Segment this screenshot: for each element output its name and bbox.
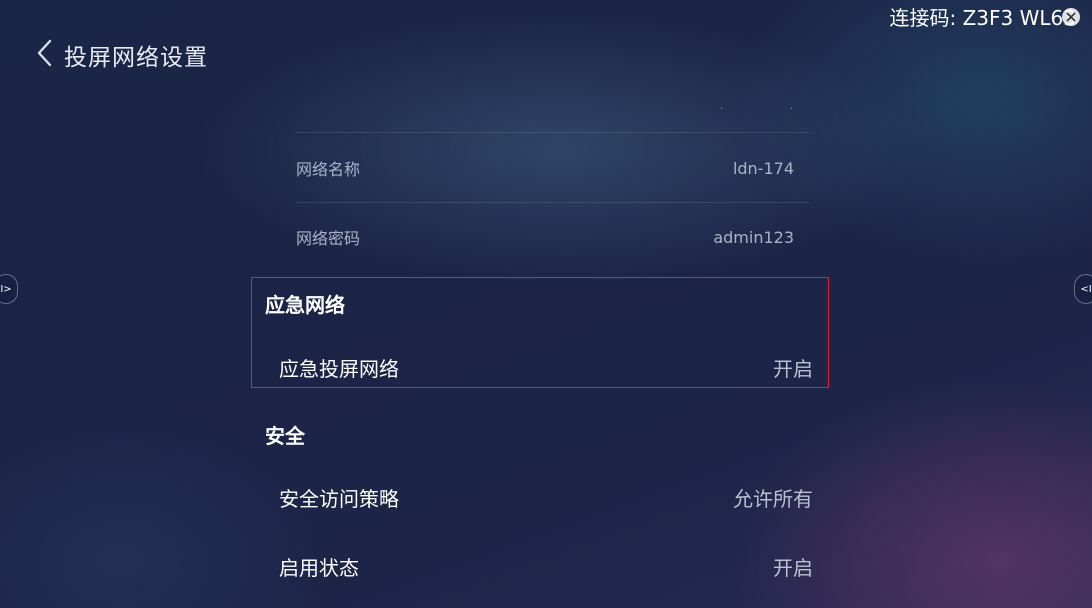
section-title-emergency: 应急网络 bbox=[265, 293, 345, 317]
network-name-label: 网络名称 bbox=[296, 160, 361, 179]
network-password-value: admin123 bbox=[713, 227, 794, 247]
connection-code: 连接码: Z3F3 WL63 bbox=[890, 2, 1080, 31]
emergency-cast-network-value: 开启 bbox=[773, 356, 813, 381]
side-handle-right[interactable]: <I bbox=[1074, 274, 1092, 304]
section-title-security: 安全 bbox=[265, 424, 305, 448]
connection-code-text: 连接码: Z3F3 WL63 bbox=[889, 6, 1076, 30]
enable-status-value: 开启 bbox=[773, 555, 813, 580]
enable-status-label: 启用状态 bbox=[279, 555, 359, 580]
page-title: 投屏网络设置 bbox=[64, 45, 208, 71]
top-bar: 投屏网络设置 连接码: Z3F3 WL63 bbox=[0, 0, 1092, 100]
enable-status-row[interactable]: 启用状态 开启 bbox=[279, 546, 813, 586]
chevron-left-icon bbox=[37, 39, 52, 67]
network-password-label: 网络密码 bbox=[296, 229, 361, 248]
back-button[interactable] bbox=[30, 36, 60, 70]
security-access-policy-label: 安全访问策略 bbox=[279, 486, 399, 511]
security-access-policy-value: 允许所有 bbox=[733, 486, 813, 511]
security-access-policy-row[interactable]: 安全访问策略 允许所有 bbox=[279, 477, 813, 517]
scroll-remnant: · bbox=[790, 104, 794, 115]
close-icon bbox=[1066, 11, 1076, 22]
network-name-value: ldn-174 bbox=[732, 158, 794, 178]
expand-left-icon: <I bbox=[1080, 283, 1092, 295]
emergency-cast-network-label: 应急投屏网络 bbox=[279, 356, 399, 381]
expand-right-icon: I> bbox=[0, 283, 12, 295]
network-password-row: 网络密码 admin123 bbox=[296, 217, 794, 257]
scroll-remnant: · bbox=[720, 104, 724, 115]
emergency-cast-network-row[interactable]: 应急投屏网络 开启 bbox=[279, 347, 813, 387]
divider bbox=[296, 202, 810, 203]
network-name-row: 网络名称 ldn-174 bbox=[296, 148, 794, 188]
side-handle-left[interactable]: I> bbox=[0, 274, 18, 304]
close-button[interactable] bbox=[1062, 7, 1080, 26]
divider bbox=[296, 132, 810, 133]
